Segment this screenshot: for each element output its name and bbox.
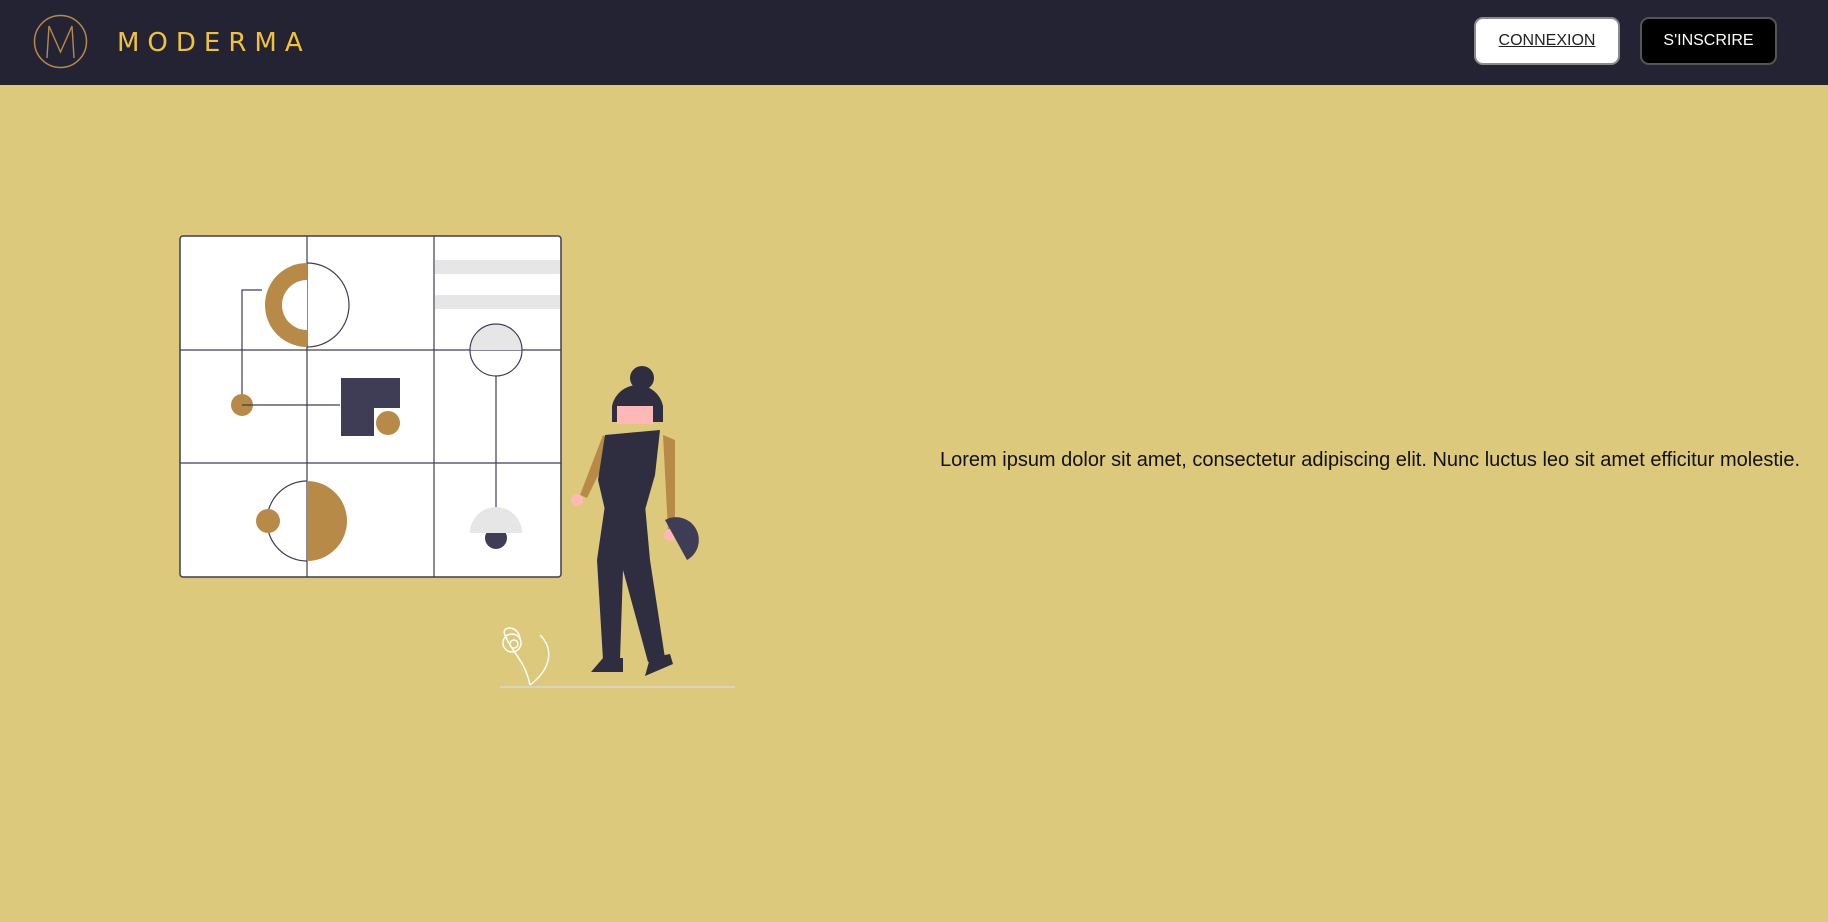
logo-icon[interactable] (33, 14, 88, 69)
navbar: MODERMA CONNEXION S'INSCRIRE (0, 0, 1828, 85)
hero-text: Lorem ipsum dolor sit amet, consectetur … (940, 449, 1800, 471)
plant (502, 627, 550, 686)
woman-art-board-illustration (179, 235, 735, 688)
signup-button[interactable]: S'INSCRIRE (1640, 17, 1777, 65)
brand-name[interactable]: MODERMA (117, 28, 311, 58)
login-button[interactable]: CONNEXION (1474, 17, 1620, 65)
art-board (179, 235, 562, 578)
woman-figure (571, 366, 699, 676)
